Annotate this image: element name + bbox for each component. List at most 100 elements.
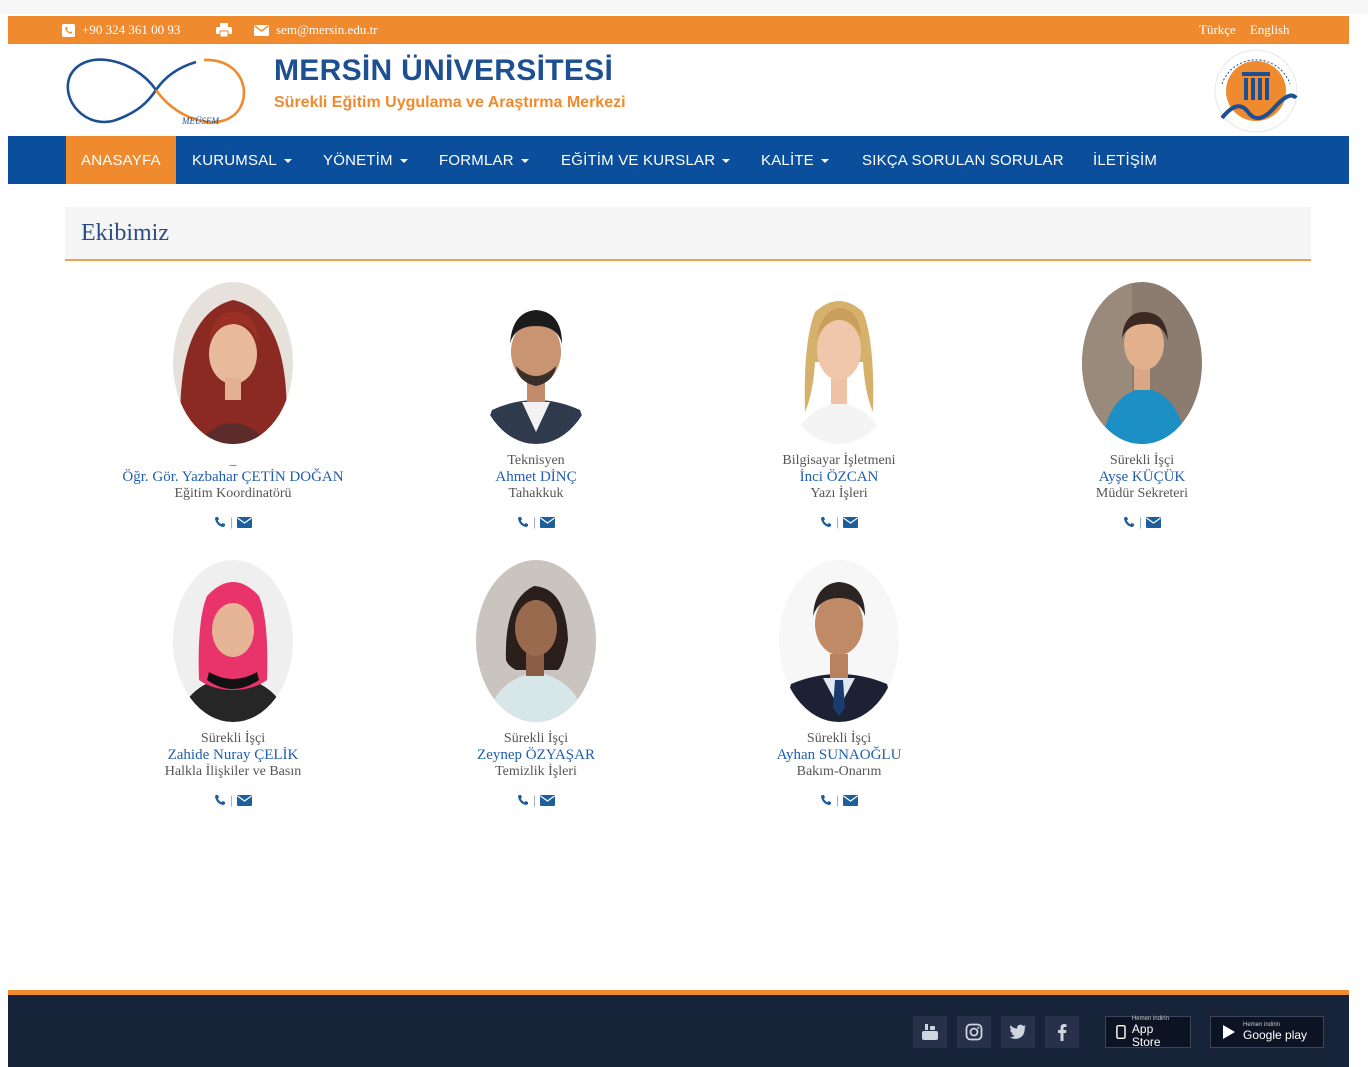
member-duty: Temizlik İşleri <box>495 764 577 779</box>
lang-turkish-link[interactable]: Türkçe <box>1199 22 1236 38</box>
envelope-icon[interactable] <box>540 516 556 528</box>
member-name[interactable]: İnci ÖZCAN <box>689 469 989 486</box>
nav-kurumsal[interactable]: KURUMSAL <box>177 136 307 184</box>
separator: | <box>229 515 234 529</box>
member-duty: Halkla İlişkiler ve Basın <box>164 764 302 779</box>
caret-down-icon <box>820 159 829 163</box>
member-name[interactable]: Zahide Nuray ÇELİK <box>83 747 383 764</box>
caret-down-icon <box>520 159 529 163</box>
member-duty: Yazı İşleri <box>810 486 868 501</box>
team-member-photo[interactable] <box>173 282 293 444</box>
member-name[interactable]: Ayhan SUNAOĞLU <box>689 747 989 764</box>
phone-icon[interactable] <box>820 516 832 528</box>
nav-label: YÖNETİM <box>323 151 393 169</box>
phone-icon[interactable] <box>517 516 529 528</box>
member-role: Sürekli İşçi <box>1109 453 1175 468</box>
member-duty: Tahakkuk <box>508 486 564 501</box>
section-title: Ekibimiz <box>81 220 169 246</box>
member-name[interactable]: Ahmet DİNÇ <box>386 469 686 486</box>
team-card: Sürekli İşçi Zeynep ÖZYAŞAR Temizlik İşl… <box>386 560 686 808</box>
main-navigation: ANASAYFA KURUMSAL YÖNETİM FORMLAR EĞİTİM… <box>8 136 1349 184</box>
envelope-icon[interactable] <box>843 794 859 806</box>
envelope-icon[interactable] <box>843 516 859 528</box>
nav-iletisim[interactable]: İLETİŞİM <box>1078 136 1172 184</box>
caret-down-icon <box>399 159 408 163</box>
caret-down-icon <box>722 159 731 163</box>
team-member-photo[interactable] <box>779 282 899 444</box>
phone-icon[interactable] <box>214 516 226 528</box>
instagram-icon[interactable] <box>957 1016 991 1048</box>
separator: | <box>835 515 840 529</box>
phone-icon[interactable] <box>1123 516 1135 528</box>
site-subtitle: Sürekli Eğitim Uygulama ve Araştırma Mer… <box>274 94 626 111</box>
member-duty: Eğitim Koordinatörü <box>174 486 292 501</box>
facebook-icon[interactable] <box>1045 1016 1079 1048</box>
envelope-icon <box>254 24 269 36</box>
app-store-badge[interactable]: Hemen indirin App Store <box>1105 1016 1191 1048</box>
member-name[interactable]: Ayşe KÜÇÜK <box>992 469 1292 486</box>
lang-switch: Türkçe English <box>1199 16 1290 44</box>
infinity-logo[interactable]: MEÜSEM <box>64 50 249 130</box>
youtube-icon[interactable] <box>913 1016 947 1048</box>
top-bar: +90 324 361 00 93 sem@mersin.edu.tr Türk… <box>8 16 1349 44</box>
app-store-label: App Store <box>1131 1021 1161 1049</box>
team-member-photo[interactable] <box>779 560 899 722</box>
member-contact: | <box>992 514 1292 530</box>
member-contact: | <box>386 514 686 530</box>
logo-text: MEÜSEM <box>181 116 219 126</box>
nav-label: KALİTE <box>761 151 814 169</box>
university-seal-icon <box>1214 49 1298 133</box>
phone-number: +90 324 361 00 93 <box>82 22 181 37</box>
nav-label: KURUMSAL <box>192 151 277 169</box>
team-member-photo[interactable] <box>476 282 596 444</box>
team-card: Teknisyen Ahmet DİNÇ Tahakkuk | <box>386 282 686 530</box>
envelope-icon[interactable] <box>1146 516 1162 528</box>
phone-contact[interactable]: +90 324 361 00 93 <box>62 16 180 44</box>
nav-anasayfa[interactable]: ANASAYFA <box>66 136 176 184</box>
member-contact: | <box>689 792 989 808</box>
email-address: sem@mersin.edu.tr <box>276 22 378 37</box>
member-contact: | <box>689 514 989 530</box>
separator: | <box>1138 515 1143 529</box>
member-duty: Müdür Sekreteri <box>1095 486 1189 501</box>
nav-kalite[interactable]: KALİTE <box>746 136 844 184</box>
nav-egitim-ve-kurslar[interactable]: EĞİTİM VE KURSLAR <box>546 136 745 184</box>
team-member-photo[interactable] <box>476 560 596 722</box>
google-play-label: Google play <box>1243 1028 1308 1042</box>
site-title[interactable]: MERSİN ÜNİVERSİTESİ <box>274 54 613 88</box>
envelope-icon[interactable] <box>237 794 253 806</box>
separator: | <box>229 793 234 807</box>
phone-icon[interactable] <box>517 794 529 806</box>
twitter-icon[interactable] <box>1001 1016 1035 1048</box>
site-header: MEÜSEM MERSİN ÜNİVERSİTESİ Sürekli Eğiti… <box>8 44 1349 136</box>
phone-icon[interactable] <box>214 794 226 806</box>
phone-icon[interactable] <box>820 794 832 806</box>
member-role: Sürekli İşçi <box>806 731 872 746</box>
nav-label: EĞİTİM VE KURSLAR <box>561 151 716 169</box>
member-contact: | <box>83 514 383 530</box>
site-footer: Hemen indirin App Store Hemen indirin Go… <box>8 995 1349 1067</box>
printer-icon <box>216 23 232 37</box>
google-play-badge[interactable]: Hemen indirin Google play <box>1210 1016 1324 1048</box>
team-member-photo[interactable] <box>1082 282 1202 444</box>
team-card: _ Öğr. Gör. Yazbahar ÇETİN DOĞAN Eğitim … <box>83 282 383 530</box>
phone-square-icon <box>62 23 75 37</box>
member-contact: | <box>83 792 383 808</box>
nav-label: ANASAYFA <box>81 151 161 169</box>
team-card: Sürekli İşçi Ayhan SUNAOĞLU Bakım-Onarım… <box>689 560 989 808</box>
nav-label: SIKÇA SORULAN SORULAR <box>862 151 1064 169</box>
separator: | <box>835 793 840 807</box>
nav-formlar[interactable]: FORMLAR <box>424 136 544 184</box>
envelope-icon[interactable] <box>237 516 253 528</box>
nav-yonetim[interactable]: YÖNETİM <box>308 136 423 184</box>
member-name[interactable]: Zeynep ÖZYAŞAR <box>386 747 686 764</box>
envelope-icon[interactable] <box>540 794 556 806</box>
team-card: Bilgisayar İşletmeni İnci ÖZCAN Yazı İşl… <box>689 282 989 530</box>
email-contact[interactable]: sem@mersin.edu.tr <box>254 16 378 44</box>
team-card: Sürekli İşçi Zahide Nuray ÇELİK Halkla İ… <box>83 560 383 808</box>
team-member-photo[interactable] <box>173 560 293 722</box>
member-name[interactable]: Öğr. Gör. Yazbahar ÇETİN DOĞAN <box>83 469 383 486</box>
nav-sss[interactable]: SIKÇA SORULAN SORULAR <box>847 136 1079 184</box>
play-triangle-icon <box>1223 1025 1235 1039</box>
lang-english-link[interactable]: English <box>1250 22 1290 38</box>
